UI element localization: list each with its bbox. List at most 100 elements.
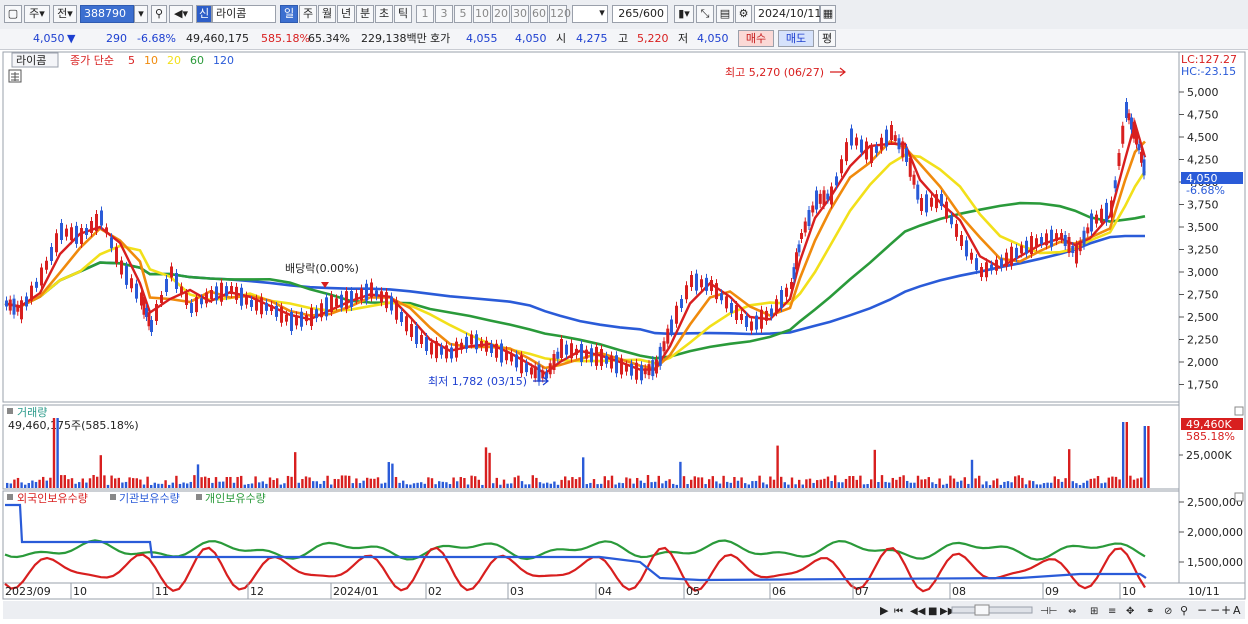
price-y-tick: 5,000: [1187, 86, 1219, 99]
interval-button-2[interactable]: 3: [435, 5, 453, 23]
scroll-thumb[interactable]: [974, 604, 990, 616]
period-button-1[interactable]: 일: [280, 5, 298, 23]
volume-bar: [193, 475, 196, 488]
font-size-icon[interactable]: A: [1233, 604, 1241, 617]
volume-bar: [909, 482, 912, 488]
candle-body: [770, 308, 773, 317]
ma-legend-120: 120: [213, 54, 234, 67]
period-button-4[interactable]: 년: [337, 5, 355, 23]
full-view-icon[interactable]: ⇔: [1068, 606, 1076, 617]
candle-body: [552, 354, 556, 370]
volume-bar: [826, 476, 830, 488]
candle-body: [515, 354, 518, 368]
prev-page-icon[interactable]: ◀◀: [910, 606, 926, 617]
search-icon[interactable]: ⚲: [151, 5, 167, 23]
x-axis-label: 03: [510, 585, 524, 598]
link-icon[interactable]: ⚭: [1146, 606, 1154, 617]
reset-icon[interactable]: ⊘: [1164, 606, 1172, 617]
interval-button-1[interactable]: 1: [416, 5, 434, 23]
volume-bar: [448, 484, 452, 488]
prev-button[interactable]: 전▾: [53, 5, 77, 23]
holdings-close-icon[interactable]: [1234, 492, 1244, 502]
period-button-5[interactable]: 분: [356, 5, 374, 23]
market-select[interactable]: 주▾: [24, 5, 50, 23]
credit-badge: 신: [196, 5, 212, 23]
candle-body: [130, 278, 133, 289]
candle-body: [1086, 227, 1090, 234]
volume-bar: [945, 483, 948, 488]
x-axis-label: 06: [772, 585, 786, 598]
chart-type-icon[interactable]: ▮▾: [674, 5, 694, 23]
volume-bar: [49, 477, 52, 488]
volume-bar: [168, 484, 171, 488]
volume-bar: [207, 477, 210, 488]
code-dropdown-icon[interactable]: ▾: [134, 5, 148, 23]
volume-bar: [31, 480, 34, 488]
scroll-track[interactable]: [951, 606, 1033, 614]
volume-bar: [747, 484, 750, 488]
fit-icon[interactable]: ⊞: [1090, 606, 1098, 617]
chart-area[interactable]: 라이콤 종가 단순 5 10 20 60 120 LC:127.27 HC:-23.15…: [0, 50, 1248, 621]
candle-body: [425, 337, 428, 351]
interval-button-5[interactable]: 20: [492, 5, 510, 23]
candle-body: [220, 282, 223, 302]
volume-bar: [322, 480, 326, 488]
volume-bar: [848, 475, 851, 488]
candle-body: [548, 363, 552, 375]
volume-bar: [1046, 482, 1049, 488]
code-input[interactable]: 388790: [80, 5, 134, 23]
interval-button-8[interactable]: 120: [549, 5, 571, 23]
buy-button[interactable]: 매수: [738, 30, 774, 47]
candle-body: [585, 349, 588, 359]
volume-bar: [574, 479, 578, 488]
interval-button-7[interactable]: 60: [530, 5, 548, 23]
sell-button[interactable]: 매도: [778, 30, 814, 47]
interval-dropdown-icon[interactable]: ▾: [596, 5, 608, 23]
zoom-in-icon[interactable]: +: [1221, 603, 1231, 617]
magnify-icon[interactable]: ⚲: [1180, 604, 1188, 617]
volume-bar: [391, 463, 394, 488]
print-icon[interactable]: ▤: [716, 5, 734, 23]
candle-body: [495, 343, 498, 358]
gear-icon[interactable]: ⚙: [735, 5, 752, 23]
interval-button-4[interactable]: 10: [473, 5, 491, 23]
volume-bar: [960, 480, 963, 488]
volume-bar: [697, 477, 700, 488]
candle-body: [785, 287, 788, 297]
volume-bar: [308, 477, 311, 488]
volume-bar: [470, 475, 473, 488]
candle-body: [780, 290, 783, 308]
zoom-out-icon[interactable]: −: [1197, 603, 1207, 617]
period-button-2[interactable]: 주: [299, 5, 317, 23]
volume-bar: [610, 475, 614, 488]
period-button-6[interactable]: 초: [375, 5, 393, 23]
period-button-7[interactable]: 틱: [394, 5, 412, 23]
period-button-3[interactable]: 월: [318, 5, 336, 23]
minus-icon[interactable]: −: [1210, 603, 1220, 617]
stop-icon[interactable]: ■: [928, 606, 937, 617]
holdings-marker-indiv: [196, 494, 202, 500]
volume-bar: [884, 481, 887, 488]
interval-button-6[interactable]: 30: [511, 5, 529, 23]
date-input[interactable]: 2024/10/11: [754, 5, 821, 23]
eval-button[interactable]: 평: [818, 30, 836, 47]
speaker-icon[interactable]: ◀▾: [169, 5, 193, 23]
interval-button-3[interactable]: 5: [454, 5, 472, 23]
calendar-icon[interactable]: ▦: [820, 5, 836, 23]
volume-bar: [85, 482, 88, 488]
scale-icon[interactable]: ≡: [1108, 606, 1116, 617]
volume-panel-frame: [2, 404, 1180, 490]
volume-close-icon[interactable]: [1234, 406, 1244, 416]
volume-bar: [726, 481, 729, 488]
zoom-slider-icon[interactable]: ⊣⊢: [1040, 606, 1057, 617]
volume-bar: [128, 477, 131, 488]
x-axis-label: 08: [952, 585, 966, 598]
scroll-right-icon[interactable]: ▶: [880, 604, 889, 617]
count-field[interactable]: 265/600: [612, 5, 668, 23]
candle-body: [912, 174, 916, 185]
pan-icon[interactable]: ✥: [1126, 606, 1134, 617]
first-page-icon[interactable]: ⏮: [894, 606, 903, 617]
window-menu-icon[interactable]: ▢: [4, 5, 22, 23]
line-tool-icon[interactable]: ⤡: [696, 5, 714, 23]
volume-bar: [520, 481, 524, 488]
